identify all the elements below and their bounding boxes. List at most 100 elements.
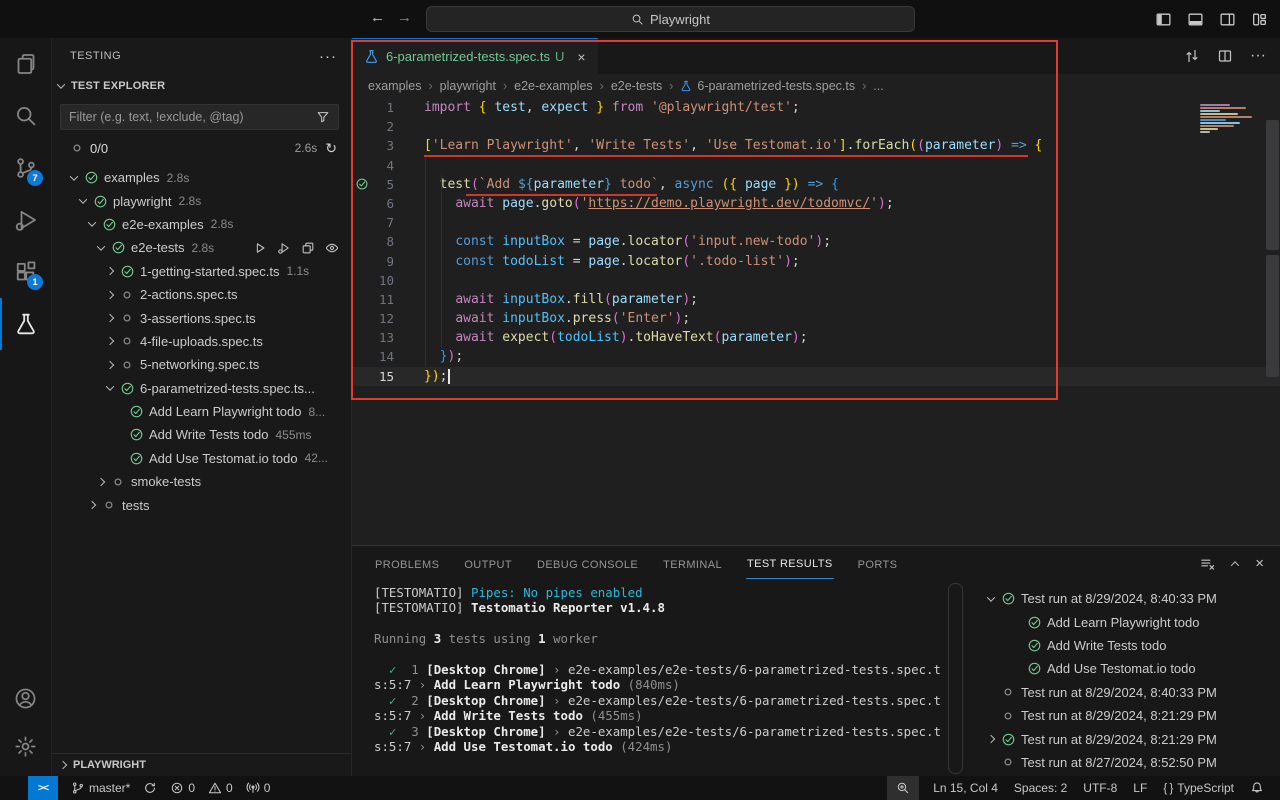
test-run-item[interactable]: Test run at 8/29/2024, 8:40:33 PM <box>975 587 1280 610</box>
debug-run-icon[interactable] <box>277 241 291 255</box>
status-encoding[interactable]: UTF-8 <box>1083 781 1117 795</box>
chevron-up-icon[interactable] <box>1231 561 1239 569</box>
section-playwright[interactable]: PLAYWRIGHT <box>52 753 351 776</box>
activity-testing[interactable] <box>0 298 51 350</box>
layout-panel-icon[interactable] <box>1187 11 1204 28</box>
panel-tab-test-results[interactable]: TEST RESULTS <box>746 548 834 579</box>
test-tree-item[interactable]: 5-networking.spec.ts <box>52 353 351 376</box>
test-run-item[interactable]: Test run at 8/29/2024, 8:40:33 PM <box>975 681 1280 704</box>
breadcrumb-item[interactable]: playwright <box>440 79 496 93</box>
test-run-item[interactable]: Add Write Tests todo <box>975 634 1280 657</box>
breadcrumb-item[interactable]: 6-parametrized-tests.spec.ts <box>680 79 855 93</box>
activity-accounts[interactable] <box>0 674 51 722</box>
forward-button[interactable]: → <box>397 9 412 26</box>
tab-6-parametrized-tests[interactable]: 6-parametrized-tests.spec.ts U × <box>352 38 598 74</box>
layout-customize-icon[interactable] <box>1251 11 1268 28</box>
activity-run-and-debug[interactable] <box>0 194 51 246</box>
code-line-8[interactable]: 8 const inputBox = page.locator('input.n… <box>352 232 1280 251</box>
status-warnings[interactable]: 0 <box>208 781 233 795</box>
status-eol[interactable]: LF <box>1133 781 1147 795</box>
code-line-1[interactable]: 1import { test, expect } from '@playwrig… <box>352 98 1280 117</box>
test-tree-item[interactable]: 6-parametrized-tests.spec.ts... <box>52 377 351 400</box>
test-tree-item[interactable]: e2e-tests2.8s <box>52 236 351 259</box>
play-icon[interactable] <box>253 241 267 255</box>
test-tree-item[interactable]: Add Use Testomat.io todo42... <box>52 447 351 470</box>
code-line-5[interactable]: 5 test(`Add ${parameter} todo`, async ({… <box>352 175 1280 194</box>
panel-tab-debug-console[interactable]: DEBUG CONSOLE <box>536 549 639 579</box>
status-git-branch[interactable]: master* <box>71 781 130 795</box>
status-ports-forwarded[interactable]: 0 <box>246 781 271 795</box>
breadcrumb-item[interactable]: e2e-examples <box>514 79 593 93</box>
code-line-10[interactable]: 10 <box>352 271 1280 290</box>
minimap[interactable] <box>1200 104 1262 134</box>
breadcrumb-item[interactable]: ... <box>873 79 883 93</box>
code-line-12[interactable]: 12 await inputBox.press('Enter'); <box>352 309 1280 328</box>
activity-explorer[interactable] <box>0 38 51 90</box>
code-line-2[interactable]: 2 <box>352 117 1280 136</box>
code-line-7[interactable]: 7 <box>352 213 1280 232</box>
code-line-9[interactable]: 9 const todoList = page.locator('.todo-l… <box>352 252 1280 271</box>
test-run-item[interactable] <box>975 774 1280 776</box>
code-line-11[interactable]: 11 await inputBox.fill(parameter); <box>352 290 1280 309</box>
test-summary-row[interactable]: 0/0 2.6s ↻ <box>52 136 351 160</box>
test-tree-item[interactable]: smoke-tests <box>52 470 351 493</box>
test-results-output[interactable]: [TESTOMATIO] Pipes: No pipes enabled[TES… <box>352 581 975 776</box>
status-indentation[interactable]: Spaces: 2 <box>1014 781 1067 795</box>
activity-extensions[interactable]: 1 <box>0 246 51 298</box>
layout-sidebar-left-icon[interactable] <box>1155 11 1172 28</box>
test-tree-item[interactable]: 4-file-uploads.spec.ts <box>52 330 351 353</box>
more-actions-icon[interactable]: ··· <box>1250 47 1266 65</box>
layout-sidebar-right-icon[interactable] <box>1219 11 1236 28</box>
section-test-explorer[interactable]: TEST EXPLORER <box>52 74 351 98</box>
test-tree-item[interactable]: 2-actions.spec.ts <box>52 283 351 306</box>
close-icon[interactable]: × <box>1255 555 1264 572</box>
test-run-item[interactable]: Test run at 8/29/2024, 8:21:29 PM <box>975 727 1280 750</box>
panel-tab-problems[interactable]: PROBLEMS <box>374 549 440 579</box>
status-errors[interactable]: 0 <box>170 781 195 795</box>
activity-source-control[interactable]: 7 <box>0 142 51 194</box>
activity-search[interactable] <box>0 90 51 142</box>
close-icon[interactable]: × <box>577 49 585 65</box>
test-tree-item[interactable]: 3-assertions.spec.ts <box>52 306 351 329</box>
open-changes-icon[interactable] <box>1184 48 1200 64</box>
panel-tab-output[interactable]: OUTPUT <box>463 549 513 579</box>
breadcrumb-item[interactable]: e2e-tests <box>611 79 662 93</box>
test-tree-item[interactable]: Add Learn Playwright todo8... <box>52 400 351 423</box>
status-git-sync[interactable] <box>143 781 157 795</box>
code-line-3[interactable]: 3['Learn Playwright', 'Write Tests', 'Us… <box>352 136 1280 155</box>
test-tree-item[interactable]: 1-getting-started.spec.ts1.1s <box>52 260 351 283</box>
test-tree-item[interactable]: tests <box>52 493 351 516</box>
panel-tab-ports[interactable]: PORTS <box>857 549 899 579</box>
goto-file-icon[interactable] <box>301 241 315 255</box>
breadcrumb-item[interactable]: examples <box>368 79 422 93</box>
remote-indicator[interactable]: >< <box>28 776 58 800</box>
clear-output-icon[interactable] <box>1200 556 1215 571</box>
test-tree-item[interactable]: examples2.8s <box>52 166 351 189</box>
more-actions-button[interactable]: ··· <box>319 48 337 65</box>
code-line-6[interactable]: 6 await page.goto('https://demo.playwrig… <box>352 194 1280 213</box>
test-tree-item[interactable]: Add Write Tests todo455ms <box>52 423 351 446</box>
status-cursor-position[interactable]: Ln 15, Col 4 <box>933 781 998 795</box>
back-button[interactable]: ← <box>370 9 385 26</box>
code-line-15[interactable]: 15}); <box>352 367 1280 386</box>
eye-icon[interactable] <box>325 241 339 255</box>
code-editor[interactable]: 1import { test, expect } from '@playwrig… <box>352 98 1280 545</box>
code-line-14[interactable]: 14 }); <box>352 347 1280 366</box>
status-notifications[interactable] <box>1250 781 1264 795</box>
scrollbar-thumb[interactable] <box>1266 120 1279 250</box>
test-run-item[interactable]: Test run at 8/27/2024, 8:52:50 PM <box>975 751 1280 774</box>
scrollbar-thumb[interactable] <box>1266 255 1279 377</box>
status-language-mode[interactable]: { }TypeScript <box>1163 781 1234 795</box>
activity-settings[interactable] <box>0 722 51 770</box>
filter-input[interactable]: Filter (e.g. text, !exclude, @tag) <box>60 104 339 130</box>
code-line-13[interactable]: 13 await expect(todoList).toHaveText(par… <box>352 328 1280 347</box>
test-tree-item[interactable]: playwright2.8s <box>52 189 351 212</box>
panel-tab-terminal[interactable]: TERMINAL <box>662 549 723 579</box>
split-editor-icon[interactable] <box>1217 48 1233 64</box>
command-center-search[interactable]: Playwright <box>426 6 915 32</box>
test-run-item[interactable]: Add Use Testomat.io todo <box>975 657 1280 680</box>
refresh-tests-icon[interactable]: ↻ <box>325 140 337 157</box>
test-run-item[interactable]: Add Learn Playwright todo <box>975 610 1280 633</box>
gutter-pass-icon[interactable] <box>355 177 369 191</box>
scrollbar-track[interactable] <box>948 583 963 774</box>
